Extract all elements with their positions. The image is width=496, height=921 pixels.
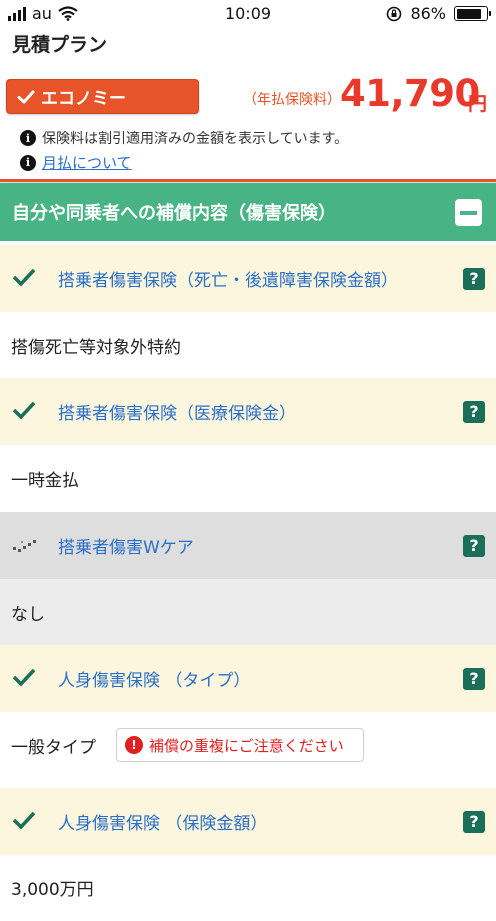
collapse-button[interactable] xyxy=(455,199,482,226)
coverage-item-row: 一般タイプ ! 補償の重複にご注意ください xyxy=(0,712,496,778)
coverage-item-value: 搭傷死亡等対象外特約 xyxy=(0,312,496,378)
coverage-item: 搭乗者傷害保険（医療保険金） ? xyxy=(0,378,496,445)
coverage-item-title: 搭乗者傷害保険（医療保険金） xyxy=(58,404,296,424)
coverage-item-title: 搭乗者傷害Wケア xyxy=(58,538,194,558)
coverage-item-title: 人身傷害保険 （保険金額） xyxy=(58,814,268,834)
check-icon xyxy=(12,811,36,830)
minus-icon xyxy=(460,210,477,215)
help-button[interactable]: ? xyxy=(463,400,485,423)
coverage-item: 搭乗者傷害Wケア ? xyxy=(0,512,496,579)
help-button[interactable]: ? xyxy=(463,810,485,833)
not-included-icon xyxy=(13,540,36,552)
help-button[interactable]: ? xyxy=(463,534,485,557)
coverage-item: 人身傷害保険 （タイプ） ? xyxy=(0,645,496,712)
estimate-header: 見積プラン エコノミー （年払保険料） 41,790 円 i 保険料は割引適用済… xyxy=(0,28,496,182)
battery-icon xyxy=(454,6,491,21)
price-value: 41,790 xyxy=(340,72,480,115)
check-icon xyxy=(12,268,36,287)
check-icon xyxy=(12,668,36,687)
monthly-payment-link[interactable]: 月払について xyxy=(42,152,132,173)
status-right: 86% xyxy=(386,4,491,23)
rotation-lock-icon xyxy=(387,6,402,21)
price-unit: 円 xyxy=(468,93,488,115)
battery-fill xyxy=(456,8,482,19)
price-label: （年払保険料） xyxy=(243,92,341,108)
coverage-item-value: 一般タイプ xyxy=(11,737,96,758)
warning-icon: ! xyxy=(125,736,143,754)
coverage-item: 搭乗者傷害保険（死亡・後遺障害保険金額） ? xyxy=(0,245,496,312)
coverage-item: 人身傷害保険 （保険金額） ? xyxy=(0,788,496,855)
coverage-item-title: 人身傷害保険 （タイプ） xyxy=(58,671,251,691)
coverage-item-value: 3,000万円 xyxy=(0,855,496,921)
coverage-item-value: なし xyxy=(0,579,496,645)
coverage-section-header[interactable]: 自分や同乗者への補償内容（傷害保険） xyxy=(0,183,496,241)
info-icon: i xyxy=(20,130,36,146)
help-button[interactable]: ? xyxy=(463,667,485,690)
status-bar: au 10:09 86% xyxy=(0,0,496,28)
check-icon xyxy=(17,90,35,104)
help-button[interactable]: ? xyxy=(463,267,485,290)
duplicate-warning[interactable]: ! 補償の重複にご注意ください xyxy=(116,728,364,762)
economy-plan-button[interactable]: エコノミー xyxy=(6,79,199,114)
coverage-item-value: 一時金払 xyxy=(0,445,496,511)
warning-text: 補償の重複にご注意ください xyxy=(149,736,344,755)
monthly-payment-row: i 月払について xyxy=(20,152,132,173)
info-note-text: 保険料は割引適用済みの金額を表示しています。 xyxy=(42,131,349,147)
check-icon xyxy=(12,401,36,420)
section-title: 自分や同乗者への補償内容（傷害保険） xyxy=(12,203,336,224)
coverage-item-title: 搭乗者傷害保険（死亡・後遺障害保険金額） xyxy=(58,271,398,291)
page-title: 見積プラン xyxy=(12,34,108,56)
battery-percent: 86% xyxy=(410,4,446,23)
plan-button-label: エコノミー xyxy=(41,89,126,109)
info-note: i 保険料は割引適用済みの金額を表示しています。 xyxy=(20,128,348,148)
info-icon: i xyxy=(20,154,36,171)
